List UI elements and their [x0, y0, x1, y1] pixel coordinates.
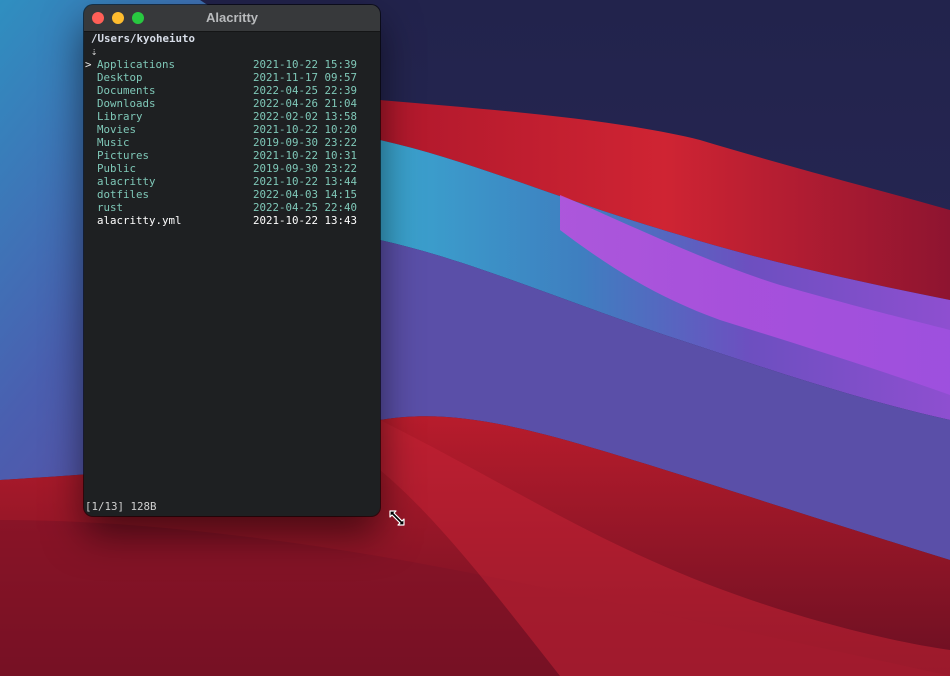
entry-modified-date: 2021-11-17 09:57 — [253, 71, 358, 84]
window-title: Alacritty — [205, 10, 259, 25]
alacritty-window[interactable]: Alacritty /Users/kyoheiuto ⇣ > Applicatio… — [84, 5, 380, 516]
entry-modified-date: 2022-04-25 22:39 — [253, 84, 358, 97]
file-list-item[interactable]: Pictures 2021-10-22 10:31 — [84, 149, 380, 162]
entry-name: Documents — [97, 84, 156, 97]
file-list-item[interactable]: dotfiles 2022-04-03 14:15 — [84, 188, 380, 201]
entry-name: Desktop — [97, 71, 143, 84]
entry-modified-date: 2019-09-30 23:22 — [253, 162, 358, 175]
entry-modified-date: 2022-04-26 21:04 — [253, 97, 358, 110]
file-list-item[interactable]: > Applications 2021-10-22 15:39 — [84, 58, 380, 71]
sort-indicator: ⇣ — [91, 45, 98, 58]
entry-modified-date: 2022-04-25 22:40 — [253, 201, 358, 214]
file-list-item[interactable]: alacritty 2021-10-22 13:44 — [84, 175, 380, 188]
entry-name: Applications — [97, 58, 176, 71]
file-list-item[interactable]: Downloads 2022-04-26 21:04 — [84, 97, 380, 110]
status-bar: [1/13] 128B — [85, 500, 157, 513]
entry-name: dotfiles — [97, 188, 150, 201]
entry-modified-date: 2021-10-22 10:20 — [253, 123, 358, 136]
current-path: /Users/kyoheiuto — [91, 32, 196, 45]
file-list-item[interactable]: Documents 2022-04-25 22:39 — [84, 84, 380, 97]
entry-name: Public — [97, 162, 137, 175]
file-list-item[interactable]: Public 2019-09-30 23:22 — [84, 162, 380, 175]
file-list-item[interactable]: Desktop 2021-11-17 09:57 — [84, 71, 380, 84]
window-titlebar[interactable]: Alacritty — [84, 5, 380, 32]
entry-name: Movies — [97, 123, 137, 136]
entry-modified-date: 2021-10-22 13:43 — [253, 214, 358, 227]
entry-name: Library — [97, 110, 143, 123]
entry-name: Pictures — [97, 149, 150, 162]
entry-modified-date: 2021-10-22 13:44 — [253, 175, 358, 188]
selection-cursor: > — [85, 58, 92, 71]
entry-name: rust — [97, 201, 124, 214]
file-list-item[interactable]: Movies 2021-10-22 10:20 — [84, 123, 380, 136]
entry-name: alacritty — [97, 175, 156, 188]
file-list-item[interactable]: rust 2022-04-25 22:40 — [84, 201, 380, 214]
entry-modified-date: 2022-04-03 14:15 — [253, 188, 358, 201]
entry-modified-date: 2021-10-22 15:39 — [253, 58, 358, 71]
entry-name: Music — [97, 136, 130, 149]
terminal-content[interactable]: /Users/kyoheiuto ⇣ > Applications 2021-10-… — [84, 32, 380, 516]
entry-modified-date: 2019-09-30 23:22 — [253, 136, 358, 149]
entry-modified-date: 2022-02-02 13:58 — [253, 110, 358, 123]
entry-name: alacritty.yml — [97, 214, 182, 227]
file-list-item[interactable]: Music 2019-09-30 23:22 — [84, 136, 380, 149]
resize-cursor-icon — [389, 510, 405, 526]
entry-name: Downloads — [97, 97, 156, 110]
file-list-item[interactable]: Library 2022-02-02 13:58 — [84, 110, 380, 123]
file-list-item[interactable]: alacritty.yml 2021-10-22 13:43 — [84, 214, 380, 227]
entry-modified-date: 2021-10-22 10:31 — [253, 149, 358, 162]
